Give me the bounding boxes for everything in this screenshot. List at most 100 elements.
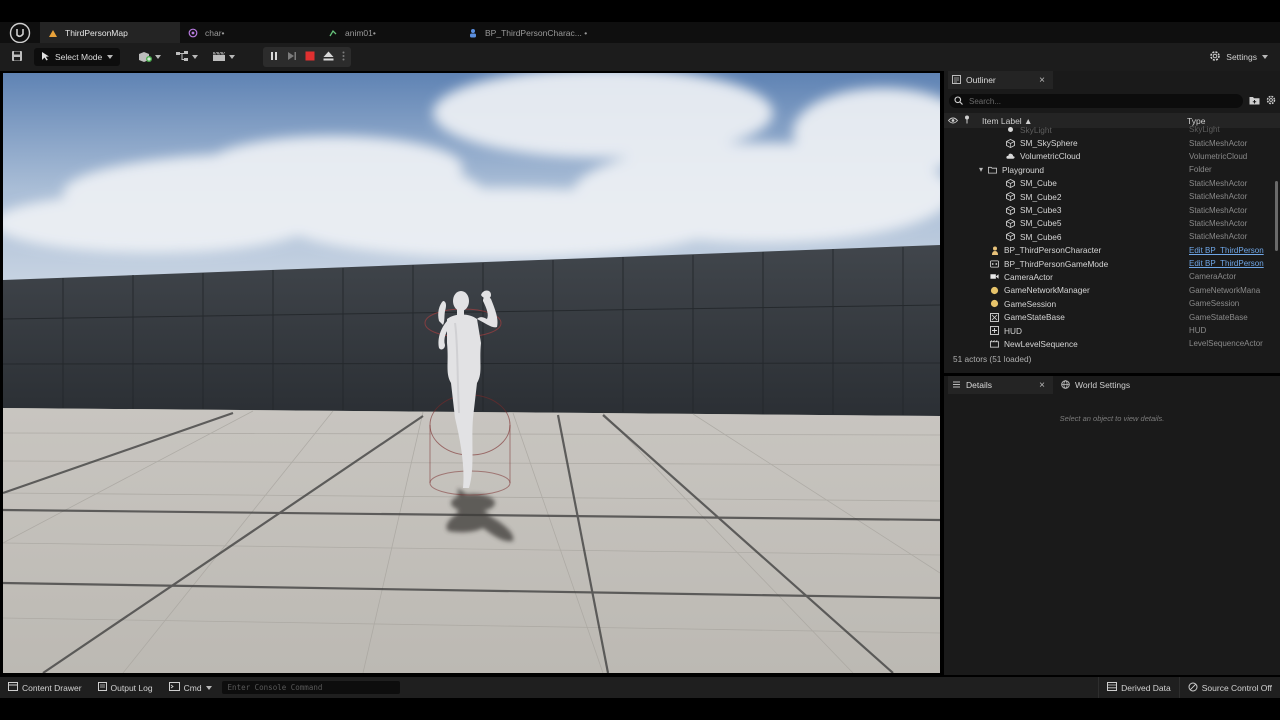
blueprints-button[interactable] (175, 50, 199, 64)
content-drawer-button[interactable]: Content Drawer (0, 677, 90, 698)
outliner-row[interactable]: GameSession GameSession (944, 297, 1280, 310)
outliner-item-label: NewLevelSequence (1004, 338, 1078, 349)
outliner-row[interactable]: CameraActor CameraActor (944, 270, 1280, 283)
tab-anim01[interactable]: anim01• (320, 22, 460, 43)
close-icon[interactable]: × (1039, 75, 1045, 86)
actor-count-status: 51 actors (51 loaded) (944, 349, 1280, 369)
outliner-row-label-cell: CameraActor (944, 272, 1189, 282)
chevron-down-icon (229, 55, 236, 59)
skeleton-icon (188, 28, 198, 38)
chevron-down-icon[interactable]: ▾ (979, 165, 983, 174)
source-control-button[interactable]: Source Control Off (1180, 677, 1280, 698)
outliner-row[interactable]: SkyLight SkyLight (944, 123, 1280, 136)
select-mode-label: Select Mode (55, 52, 103, 62)
outliner-row[interactable]: SM_Cube StaticMeshActor (944, 177, 1280, 190)
actor-icon (990, 286, 999, 295)
outliner-scrollbar[interactable] (1275, 181, 1278, 251)
outliner-item-type: GameNetworkMana (1189, 285, 1261, 295)
cmd-dropdown[interactable]: Cmd (161, 677, 220, 698)
outliner-item-label: SM_Cube (1020, 178, 1057, 189)
outliner-row[interactable]: HUD HUD (944, 324, 1280, 337)
chevron-down-icon (205, 685, 212, 690)
tab-bp-thirdpersoncharacter[interactable]: BP_ThirdPersonCharac... • (460, 22, 620, 43)
outliner-row[interactable]: VolumetricCloud VolumetricCloud (944, 150, 1280, 163)
window-top-bar (0, 0, 1280, 22)
outliner-item-label: BP_ThirdPersonGameMode (1004, 258, 1109, 269)
details-title: Details (966, 380, 992, 390)
stop-icon[interactable] (305, 51, 315, 63)
add-actor-button[interactable] (138, 50, 162, 64)
outliner-search-input[interactable]: Search... (949, 94, 1243, 108)
content-drawer-icon (8, 682, 18, 693)
outliner-row-label-cell: SkyLight (944, 125, 1189, 135)
outliner-row[interactable]: NewLevelSequence LevelSequenceActor (944, 337, 1280, 349)
tab-details[interactable]: Details × (948, 376, 1053, 394)
outliner-row[interactable]: SM_Cube6 StaticMeshActor (944, 230, 1280, 243)
chevron-down-icon (192, 55, 199, 59)
outliner-row[interactable]: SM_Cube5 StaticMeshActor (944, 217, 1280, 230)
edit-blueprint-link[interactable]: Edit BP_ThirdPerson (1189, 259, 1275, 268)
tab-outliner[interactable]: Outliner × (948, 71, 1053, 89)
save-button[interactable] (0, 50, 34, 64)
outliner-item-type: VolumetricCloud (1189, 151, 1248, 161)
pawn-icon (990, 246, 999, 255)
database-icon (1107, 682, 1118, 693)
output-log-button[interactable]: Output Log (90, 677, 161, 698)
pause-icon[interactable] (269, 51, 279, 63)
mesh-icon (1006, 192, 1015, 202)
derived-data-button[interactable]: Derived Data (1099, 677, 1179, 698)
settings-button[interactable]: Settings (1209, 43, 1268, 71)
close-icon[interactable]: × (1039, 380, 1045, 391)
gear-icon (1209, 50, 1221, 64)
tab-thirdpersonmap[interactable]: ThirdPersonMap (40, 22, 180, 43)
outliner-item-type: GameSession (1189, 299, 1240, 309)
outliner-row-label-cell: ▾ Playground (944, 165, 1189, 175)
outliner-row[interactable]: ▾ Playground Folder (944, 163, 1280, 176)
outliner-row[interactable]: GameStateBase GameStateBase (944, 310, 1280, 323)
save-icon (11, 50, 23, 64)
console-command-input[interactable]: Enter Console Command (221, 681, 400, 694)
level-icon (48, 28, 58, 38)
outliner-row[interactable]: BP_ThirdPersonGameMode Edit BP_ThirdPerso… (944, 257, 1280, 270)
outliner-row-label-cell: SM_Cube2 (944, 192, 1189, 202)
more-options-icon[interactable] (342, 51, 345, 63)
details-tab-bar: Details × World Settings (944, 376, 1280, 394)
step-forward-icon[interactable] (287, 51, 297, 63)
outliner-row[interactable]: SM_SkySphere StaticMeshActor (944, 136, 1280, 149)
animation-icon (328, 28, 338, 38)
unreal-logo-icon[interactable] (0, 22, 40, 43)
cinematics-button[interactable] (212, 50, 236, 64)
outliner-item-type: CameraActor (1189, 272, 1237, 282)
outliner-item-type: StaticMeshActor (1189, 178, 1248, 188)
outliner-row-label-cell: GameNetworkManager (944, 285, 1189, 295)
tab-char[interactable]: char• (180, 22, 320, 43)
outliner-row-label-cell: BP_ThirdPersonCharacter (944, 245, 1189, 255)
outliner-item-type: SkyLight (1189, 125, 1220, 135)
outliner-row-label-cell: HUD (944, 326, 1189, 336)
eject-icon[interactable] (323, 51, 334, 63)
tab-world-settings[interactable]: World Settings (1061, 379, 1130, 391)
outliner-item-label: GameSession (1004, 298, 1057, 309)
content-drawer-label: Content Drawer (22, 682, 82, 693)
select-mode-dropdown[interactable]: Select Mode (34, 48, 121, 66)
outliner-item-type: StaticMeshActor (1189, 138, 1248, 148)
outliner-item-label: Playground (1002, 164, 1044, 175)
add-folder-icon[interactable] (1249, 96, 1260, 107)
outliner-row[interactable]: SM_Cube2 StaticMeshActor (944, 190, 1280, 203)
gear-icon[interactable] (1266, 95, 1276, 107)
play-controls (263, 47, 352, 67)
outliner-item-label: SM_Cube5 (1020, 218, 1062, 229)
outliner-row[interactable]: SM_Cube3 StaticMeshActor (944, 203, 1280, 216)
outliner-row[interactable]: BP_ThirdPersonCharacter Edit BP_ThirdPers… (944, 244, 1280, 257)
folder-icon (988, 165, 997, 174)
outliner-row[interactable]: GameNetworkManager GameNetworkMana (944, 284, 1280, 297)
outliner-item-type: GameStateBase (1189, 312, 1248, 322)
outliner-row-label-cell: BP_ThirdPersonGameMode (944, 259, 1189, 269)
tab-label: BP_ThirdPersonCharac... • (485, 27, 588, 38)
document-tab-bar: ThirdPersonMap char• anim01• BP_ThirdPer… (0, 22, 1280, 43)
edit-blueprint-link[interactable]: Edit BP_ThirdPerson (1189, 246, 1275, 255)
level-viewport[interactable] (3, 73, 940, 673)
chevron-down-icon (1262, 55, 1268, 59)
settings-label: Settings (1226, 52, 1257, 62)
outliner-row-label-cell: SM_Cube5 (944, 218, 1189, 228)
